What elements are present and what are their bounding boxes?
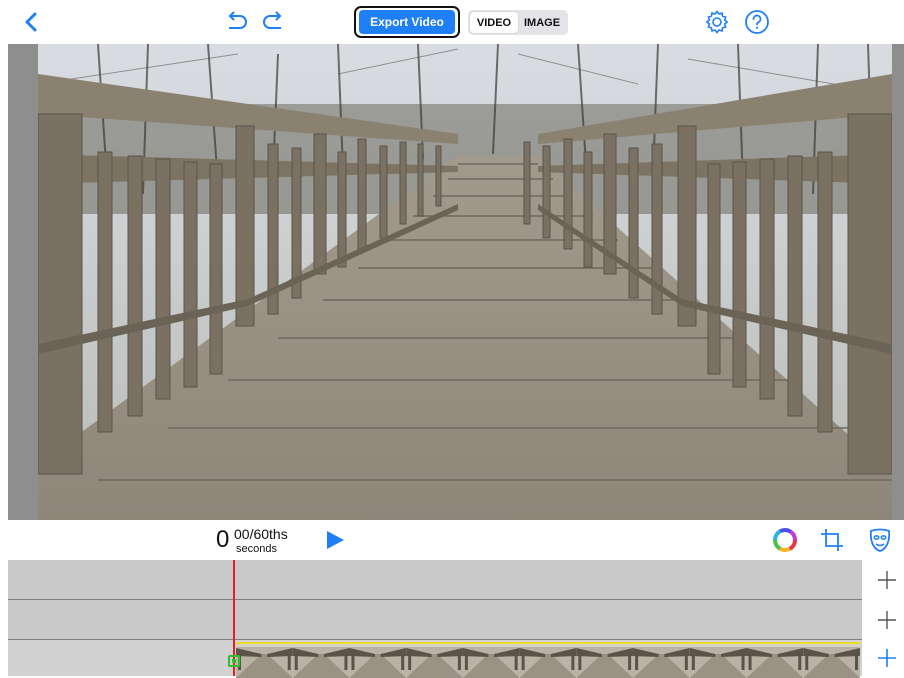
clip-thumbnail [292,644,350,678]
plus-icon [878,571,896,589]
play-button[interactable] [324,529,346,551]
timeline [0,560,904,678]
undo-button[interactable] [224,10,250,34]
mode-segmented-control: VIDEO IMAGE [468,10,568,35]
preview-canvas[interactable] [8,44,904,520]
clip-thumbnail [746,644,804,678]
add-track-1-button[interactable] [870,560,904,600]
clip-thumbnail [689,644,747,678]
color-adjust-button[interactable] [772,527,798,553]
clip-thumbnails [236,644,860,678]
gear-icon [705,10,729,34]
photo-wooden-bridge[interactable] [38,44,892,520]
clip-thumbnail [406,644,463,678]
clip-thumbnail [633,644,690,678]
crop-icon [821,529,843,551]
timeline-track-1[interactable] [8,560,862,600]
plus-icon [878,649,896,667]
color-wheel-icon [773,528,797,552]
timeline-track-2[interactable] [8,600,862,640]
add-track-2-button[interactable] [870,600,904,640]
redo-icon [263,11,282,29]
undo-icon [228,11,247,29]
clip-trim-handle[interactable] [228,655,240,667]
settings-button[interactable] [704,9,730,35]
clip-thumbnail [519,644,577,678]
time-unit-label: seconds [236,543,277,555]
clip-thumbnail [349,644,407,678]
top-toolbar: Export Video VIDEO IMAGE [0,0,904,44]
help-icon [745,10,769,34]
tab-image[interactable]: IMAGE [518,12,566,33]
time-seconds-value: 0 [216,526,230,553]
back-button[interactable] [20,8,44,36]
clip-thumbnail [236,644,293,678]
clip-thumbnail [462,644,520,678]
mask-button[interactable] [866,526,894,554]
crop-button[interactable] [818,526,846,554]
add-track-3-button[interactable] [870,640,904,676]
time-frames-value: 00/60ths [234,526,288,542]
tab-video[interactable]: VIDEO [470,12,518,33]
plus-icon [878,611,896,629]
bridge-image [38,44,892,520]
video-clip[interactable] [236,642,860,678]
export-video-button[interactable]: Export Video [359,10,455,34]
help-button[interactable] [744,9,770,35]
redo-button[interactable] [260,10,286,34]
playback-bar: 0 00/60ths seconds [0,520,904,560]
chevron-left-icon [25,12,37,32]
clip-thumbnail [803,644,860,678]
play-icon [327,531,344,549]
clip-thumbnail [576,644,634,678]
export-button-frame: Export Video [354,6,460,38]
mask-icon [869,528,891,552]
